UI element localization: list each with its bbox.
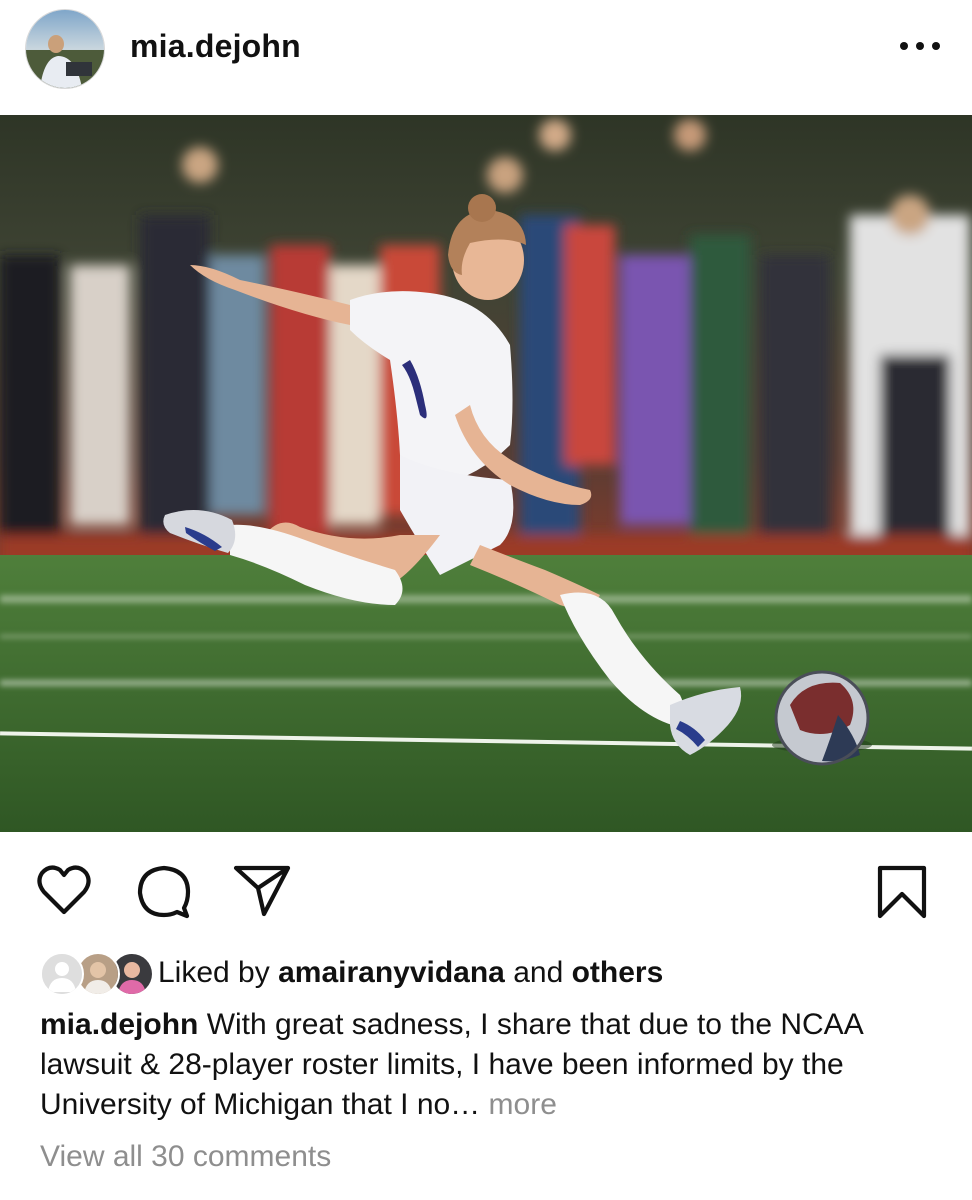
like-button[interactable]	[34, 860, 94, 920]
liker-avatar-1	[40, 952, 84, 996]
avatar-photo	[26, 10, 104, 88]
soccer-player-photo	[0, 115, 972, 832]
save-button[interactable]	[872, 862, 932, 922]
profile-avatar[interactable]	[26, 10, 104, 88]
comment-button[interactable]	[134, 862, 194, 922]
liker-photo-2	[78, 954, 118, 994]
liked-by-prefix: Liked by	[158, 956, 279, 989]
view-all-comments-link[interactable]: View all 30 comments	[40, 1140, 331, 1174]
caption-username[interactable]: mia.dejohn	[40, 1008, 198, 1041]
liked-by-others[interactable]: others	[572, 956, 664, 989]
post-header: mia.dejohn	[0, 0, 972, 115]
more-horizontal-icon	[900, 42, 940, 50]
post-username[interactable]: mia.dejohn	[130, 28, 301, 65]
liked-by-connector: and	[504, 956, 572, 989]
caption-more-link[interactable]: more	[480, 1088, 557, 1121]
bookmark-icon	[877, 865, 927, 919]
default-user-icon	[42, 954, 82, 994]
share-button[interactable]	[232, 862, 292, 922]
send-icon	[233, 865, 291, 917]
heart-icon	[37, 865, 91, 915]
post-caption: mia.dejohn With great sadness, I share t…	[40, 1005, 940, 1125]
liked-by-user[interactable]: amairanyvidana	[278, 956, 505, 989]
comment-icon	[137, 865, 191, 919]
post-image[interactable]	[0, 115, 972, 832]
more-options-button[interactable]	[898, 36, 942, 56]
likes-summary[interactable]: Liked by amairanyvidana and others	[40, 948, 940, 1000]
liked-by-text: Liked by amairanyvidana and others	[158, 956, 663, 990]
post-action-bar	[0, 832, 972, 942]
